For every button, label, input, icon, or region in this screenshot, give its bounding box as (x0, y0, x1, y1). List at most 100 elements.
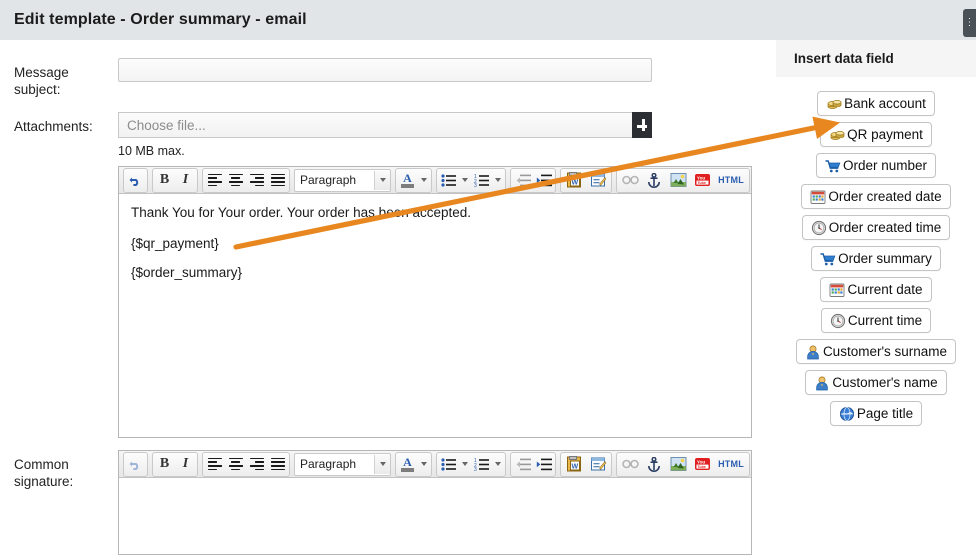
insert-field-button-order-created-date[interactable]: Order created date (801, 184, 951, 209)
align-justify-icon[interactable] (267, 454, 288, 474)
edit-source-icon[interactable] (586, 454, 610, 474)
outdent-icon[interactable] (512, 454, 533, 474)
image-icon[interactable] (666, 454, 690, 474)
youtube-icon[interactable]: You Tube (690, 170, 714, 190)
html-source-button[interactable]: HTML (714, 454, 748, 474)
undo-icon[interactable] (125, 454, 146, 474)
anchor-icon[interactable] (642, 170, 666, 190)
coins-icon (826, 96, 842, 112)
message-body-toolbar: B I Paragraph A 1 2 3 W You Tube HTML (119, 167, 751, 194)
indent-icon[interactable] (533, 170, 554, 190)
youtube-icon[interactable]: You Tube (690, 454, 714, 474)
numbered-list-caret-icon[interactable] (492, 454, 504, 474)
numbered-list-caret-icon[interactable] (492, 170, 504, 190)
toolbar-group-paste: W (560, 167, 612, 193)
common-signature-label: Common signature: (14, 457, 74, 489)
align-left-icon[interactable] (204, 170, 225, 190)
bullet-list-icon[interactable] (438, 170, 459, 190)
anchor-icon[interactable] (642, 454, 666, 474)
paste-from-word-icon[interactable]: W (562, 170, 586, 190)
insert-field-label: Current time (847, 313, 923, 328)
align-left-icon[interactable] (204, 454, 225, 474)
chevron-down-icon[interactable] (374, 170, 390, 190)
toolbar-group-history (123, 167, 148, 193)
insert-field-label: QR payment (847, 127, 923, 142)
globe-icon (839, 406, 855, 422)
paragraph-format-select[interactable]: Paragraph (294, 168, 391, 192)
align-center-icon[interactable] (225, 454, 246, 474)
font-color-icon[interactable]: A (397, 170, 418, 190)
toolbar-group-indent (510, 167, 556, 193)
italic-button[interactable]: I (175, 454, 196, 474)
bold-button[interactable]: B (154, 454, 175, 474)
font-color-caret-icon[interactable] (418, 170, 430, 190)
insert-field-button-current-time[interactable]: Current time (820, 308, 932, 333)
insert-field-button-order-summary[interactable]: Order summary (811, 246, 941, 271)
attachments-file-input[interactable] (118, 112, 632, 138)
coins-icon (829, 127, 845, 143)
insert-field-button-bank-account[interactable]: Bank account (817, 91, 935, 116)
message-subject-input[interactable] (118, 58, 652, 82)
insert-field-label: Order summary (838, 251, 932, 266)
add-attachment-button[interactable] (632, 112, 652, 138)
insert-field-label: Bank account (844, 96, 926, 111)
align-right-icon[interactable] (246, 454, 267, 474)
undo-icon[interactable] (125, 170, 146, 190)
align-justify-icon[interactable] (267, 170, 288, 190)
sig-toolbar-group-lists: 123 (436, 451, 506, 477)
italic-button[interactable]: I (175, 170, 196, 190)
calendar-icon (810, 189, 826, 205)
message-body-editor: B I Paragraph A 1 2 3 W You Tube HTML Th… (118, 166, 752, 438)
sig-paragraph-format-select[interactable]: Paragraph (294, 452, 391, 476)
image-icon[interactable] (666, 170, 690, 190)
toolbar-group-fontcolor: A (395, 167, 432, 193)
insert-field-button-current-date[interactable]: Current date (820, 277, 932, 302)
font-color-icon[interactable]: A (397, 454, 418, 474)
page-header: Edit template - Order summary - email ⋮ (0, 0, 976, 40)
insert-field-button-page-title[interactable]: Page title (829, 401, 923, 426)
header-corner-button[interactable]: ⋮ (963, 9, 976, 37)
insert-data-field-title: Insert data field (776, 40, 976, 78)
insert-field-label: Customer's name (832, 375, 938, 390)
svg-text:Tube: Tube (697, 181, 705, 185)
page-body: Message subject: Attachments: 10 MB max. (0, 40, 976, 559)
link-icon[interactable] (618, 170, 642, 190)
sig-paragraph-format-value: Paragraph (300, 457, 357, 471)
message-body-content[interactable]: Thank You for Your order. Your order has… (119, 194, 751, 437)
sig-toolbar-group-paste: W (560, 451, 612, 477)
bold-button[interactable]: B (154, 170, 175, 190)
paste-from-word-icon[interactable]: W (562, 454, 586, 474)
chevron-down-icon[interactable] (374, 454, 390, 474)
sig-toolbar-group-history (123, 451, 148, 477)
align-center-icon[interactable] (225, 170, 246, 190)
bullet-list-caret-icon[interactable] (459, 454, 471, 474)
svg-text:You: You (696, 460, 705, 465)
signature-content[interactable] (119, 478, 751, 554)
indent-icon[interactable] (533, 454, 554, 474)
bullet-list-icon[interactable] (438, 454, 459, 474)
font-color-caret-icon[interactable] (418, 454, 430, 474)
bullet-list-caret-icon[interactable] (459, 170, 471, 190)
insert-field-label: Order created date (828, 189, 942, 204)
user-icon (814, 375, 830, 391)
message-body-line-1: Thank You for Your order. Your order has… (131, 205, 472, 220)
svg-text:3: 3 (474, 183, 477, 187)
toolbar-group-style: B I (152, 167, 198, 193)
svg-text:W: W (571, 464, 578, 471)
numbered-list-icon[interactable]: 123 (471, 170, 492, 190)
insert-field-button-customer-s-name[interactable]: Customer's name (805, 370, 947, 395)
align-right-icon[interactable] (246, 170, 267, 190)
link-icon[interactable] (618, 454, 642, 474)
message-subject-label: Message subject: (14, 65, 69, 97)
edit-source-icon[interactable] (586, 170, 610, 190)
html-source-button[interactable]: HTML (714, 170, 748, 190)
insert-field-label: Page title (856, 406, 914, 421)
insert-field-button-customer-s-surname[interactable]: Customer's surname (795, 339, 957, 364)
insert-field-button-qr-payment[interactable]: QR payment (820, 122, 932, 147)
numbered-list-icon[interactable]: 123 (471, 454, 492, 474)
svg-text:W: W (571, 180, 578, 187)
insert-field-button-order-number[interactable]: Order number (815, 153, 937, 178)
template-form: Message subject: Attachments: 10 MB max. (0, 40, 776, 559)
outdent-icon[interactable] (512, 170, 533, 190)
insert-field-button-order-created-time[interactable]: Order created time (801, 215, 951, 240)
